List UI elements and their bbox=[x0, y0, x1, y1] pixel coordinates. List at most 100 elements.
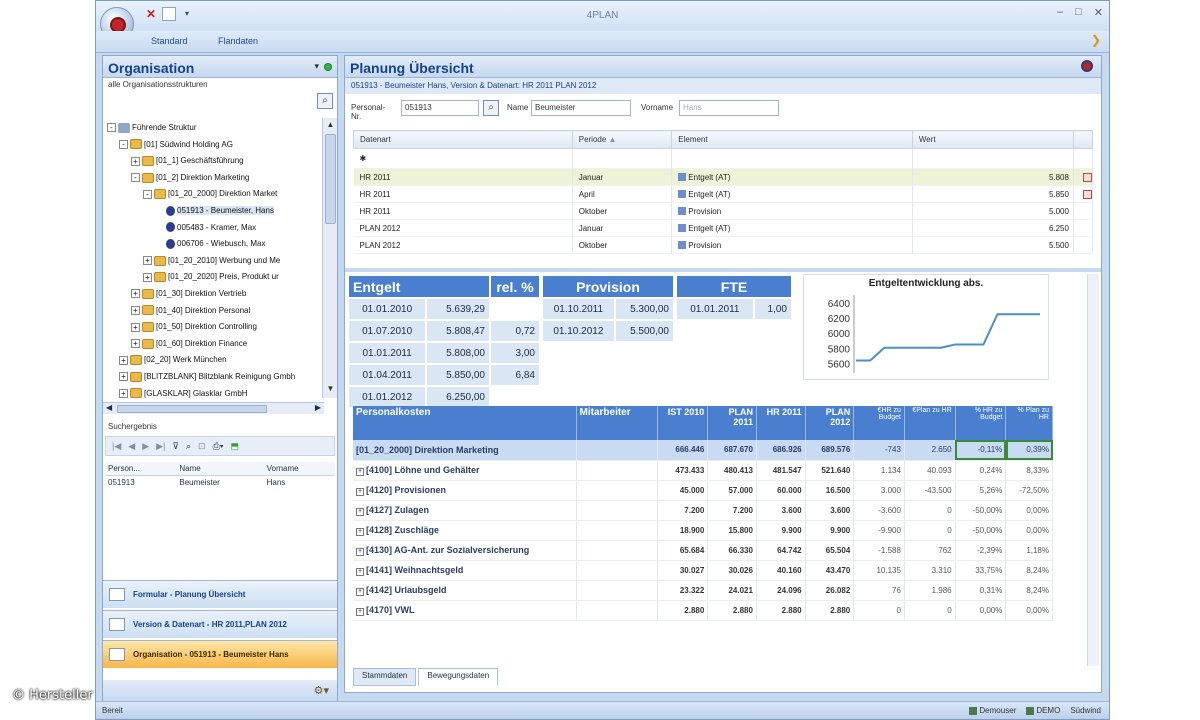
collapse-icon[interactable]: - bbox=[131, 173, 140, 183]
expand-icon[interactable]: + bbox=[356, 587, 364, 596]
tree-node[interactable]: + [01_20_2020] Preis, Produkt ur bbox=[143, 269, 279, 285]
table-row[interactable]: + [4127] Zulagen 7.200 7.200 3.600 3.600 -3.60… bbox=[353, 500, 1053, 521]
table-row[interactable]: + [4100] Löhne und Gehälter 473.433 480.413… bbox=[353, 460, 1053, 481]
last-record-icon[interactable]: ▶| bbox=[156, 441, 165, 452]
minimize-icon[interactable]: – bbox=[1057, 6, 1063, 19]
table-row[interactable]: + [4120] Provisionen 45.000 57.000 60.000 16.… bbox=[353, 480, 1053, 501]
table-row[interactable]: + [4141] Weihnachtsgeld 30.027 30.026 40.160… bbox=[353, 560, 1053, 581]
tab-flandaten[interactable]: Flandaten bbox=[218, 36, 258, 46]
expand-icon[interactable]: + bbox=[356, 607, 364, 616]
clear-filter-icon[interactable]: ⊡ bbox=[198, 441, 206, 452]
tree-node[interactable]: + [01_1] Geschäftsführung bbox=[131, 153, 244, 169]
table-row[interactable]: HR 2011 Oktober Provision 5.000 bbox=[353, 202, 1094, 220]
delete-row-icon[interactable] bbox=[1082, 172, 1092, 182]
overview-vertical-scrollbar[interactable] bbox=[1087, 274, 1099, 666]
table-row[interactable]: PLAN 2012 Januar Entgelt (AT) 6.250 bbox=[353, 219, 1094, 237]
column-header[interactable]: IST 2010 bbox=[657, 406, 709, 440]
next-record-icon[interactable]: ▶ bbox=[142, 441, 149, 452]
tab-stammdaten[interactable]: Stammdaten bbox=[353, 668, 417, 686]
nav-pane-organisation[interactable]: Organisation - 051913 - Beumeister Hans bbox=[103, 640, 337, 668]
table-row[interactable]: PLAN 2012 Oktober Provision 5.500 bbox=[353, 236, 1094, 254]
close-icon[interactable]: ✕ bbox=[1094, 6, 1103, 19]
tree-node[interactable]: + [01_50] Direktion Controlling bbox=[131, 319, 257, 335]
tree-vertical-scrollbar[interactable]: ▲ ▼ bbox=[322, 118, 337, 398]
scroll-up-icon[interactable]: ▲ bbox=[323, 120, 338, 132]
tree-node[interactable]: + [01_20_2010] Werbung und Me bbox=[143, 253, 280, 269]
expand-icon[interactable]: + bbox=[356, 567, 364, 576]
user-status-icon[interactable] bbox=[1081, 60, 1093, 72]
table-row[interactable]: + [4142] Urlaubsgeld 23.322 24.021 24.096 26.… bbox=[353, 580, 1053, 601]
nav-pane-version[interactable]: Version & Datenart - HR 2011,PLAN 2012 bbox=[103, 610, 337, 638]
column-header[interactable]: PLAN 2011 bbox=[707, 406, 757, 440]
help-icon[interactable]: ❯ bbox=[1091, 33, 1101, 47]
tree-node[interactable]: - [01_20_2000] Direktion Market bbox=[143, 186, 277, 202]
expand-icon[interactable]: + bbox=[131, 289, 140, 299]
tree-node[interactable]: + [02_20] Werk München bbox=[119, 352, 227, 368]
vorname-field[interactable]: Hans bbox=[679, 100, 779, 116]
name-field[interactable]: Beumeister bbox=[531, 100, 631, 116]
first-record-icon[interactable]: |◀ bbox=[112, 441, 121, 452]
new-row[interactable]: ✱ bbox=[353, 148, 1094, 169]
expand-icon[interactable]: + bbox=[356, 487, 364, 496]
maximize-icon[interactable]: □ bbox=[1075, 6, 1082, 19]
collapse-icon[interactable]: - bbox=[107, 123, 116, 133]
person-search-button[interactable]: ⌕ bbox=[483, 100, 499, 116]
table-row[interactable]: + [4170] VWL 2.880 2.880 2.880 2.880 0 0 0,00% 0,… bbox=[353, 600, 1053, 621]
table-row[interactable]: + [4128] Zuschläge 18.900 15.800 9.900 9.900-… bbox=[353, 520, 1053, 541]
expand-icon[interactable]: + bbox=[119, 372, 128, 382]
column-header[interactable]: PLAN 2012 bbox=[805, 406, 855, 440]
splitter[interactable] bbox=[345, 268, 1101, 272]
tree-node[interactable]: - [01_2] Direktion Marketing bbox=[131, 170, 249, 186]
column-header[interactable]: Personalkosten bbox=[353, 406, 577, 440]
tree-node[interactable]: + [01_30] Direktion Vertrieb bbox=[131, 286, 246, 302]
tree-search-button[interactable]: ⌕ bbox=[317, 93, 333, 109]
search-icon[interactable]: ⌕ bbox=[186, 441, 191, 452]
tree-node[interactable]: + [BLITZBLANK] Blitzblank Reinigung Gmbh bbox=[119, 369, 295, 385]
column-header[interactable]: Name bbox=[176, 462, 264, 476]
column-header[interactable]: €Plan zu HR bbox=[904, 406, 956, 440]
column-header[interactable]: Periode ▲ bbox=[571, 130, 673, 149]
column-header[interactable]: HR 2011 bbox=[756, 406, 806, 440]
column-header[interactable]: Wert bbox=[911, 130, 1074, 149]
scroll-left-icon[interactable]: ◀ bbox=[106, 403, 112, 412]
tree-node[interactable]: 005483 - Kramer, Max bbox=[155, 220, 256, 236]
expand-icon[interactable]: + bbox=[356, 527, 364, 536]
collapse-icon[interactable]: - bbox=[119, 139, 128, 149]
tree-node[interactable]: + [GLASKLAR] Glasklar GmbH bbox=[119, 386, 248, 398]
column-header[interactable]: Mitarbeiter bbox=[576, 406, 658, 440]
tree-node[interactable]: 051913 - Beumeister, Hans bbox=[155, 203, 274, 219]
tree-node[interactable]: - [01] Südwind Holding AG bbox=[119, 137, 233, 153]
expand-icon[interactable]: + bbox=[131, 156, 140, 166]
expand-icon[interactable]: + bbox=[356, 467, 364, 476]
column-header[interactable]: Vorname bbox=[263, 462, 335, 476]
prev-record-icon[interactable]: ◀ bbox=[128, 441, 135, 452]
print-icon[interactable]: ⎙▾ bbox=[213, 441, 224, 452]
export-icon[interactable]: ⬒ bbox=[231, 441, 240, 452]
column-header[interactable]: Datenart bbox=[353, 130, 573, 149]
scroll-thumb[interactable] bbox=[325, 134, 336, 224]
column-header[interactable]: Element bbox=[671, 130, 913, 149]
tree-node[interactable]: + [01_40] Direktion Personal bbox=[131, 303, 250, 319]
expand-icon[interactable]: + bbox=[119, 355, 128, 365]
column-header[interactable]: Person... bbox=[105, 462, 177, 476]
table-row[interactable]: 051913 Beumeister Hans bbox=[105, 476, 335, 490]
filter-icon[interactable]: ⊽ bbox=[172, 441, 179, 452]
expand-icon[interactable]: + bbox=[131, 322, 140, 332]
tab-standard[interactable]: Standard bbox=[151, 36, 188, 46]
tree-node[interactable]: 006706 - Wiebusch, Max bbox=[155, 236, 266, 252]
expand-icon[interactable]: + bbox=[143, 272, 152, 282]
scroll-thumb[interactable] bbox=[117, 405, 267, 413]
column-header[interactable]: €HR zu Budget bbox=[853, 406, 905, 440]
scroll-right-icon[interactable]: ▶ bbox=[315, 403, 321, 412]
tree-node[interactable]: - Führende Struktur bbox=[107, 120, 196, 136]
configure-panes-icon[interactable]: ⚙▾ bbox=[314, 684, 329, 697]
delete-row-icon[interactable] bbox=[1082, 189, 1092, 199]
tab-bewegungsdaten[interactable]: Bewegungsdaten bbox=[418, 668, 499, 686]
table-row[interactable]: HR 2011 Januar Entgelt (AT) 5.808 bbox=[353, 168, 1094, 186]
expand-icon[interactable]: + bbox=[143, 256, 152, 266]
scroll-down-icon[interactable]: ▼ bbox=[323, 384, 338, 396]
cost-center-row[interactable]: [01_20_2000] Direktion Marketing 666.446 6… bbox=[353, 440, 1053, 461]
pin-icon[interactable]: ▾ bbox=[314, 61, 319, 72]
tree-horizontal-scrollbar[interactable]: ◀ ▶ bbox=[103, 402, 324, 414]
column-header[interactable]: % HR zu Budget bbox=[955, 406, 1007, 440]
